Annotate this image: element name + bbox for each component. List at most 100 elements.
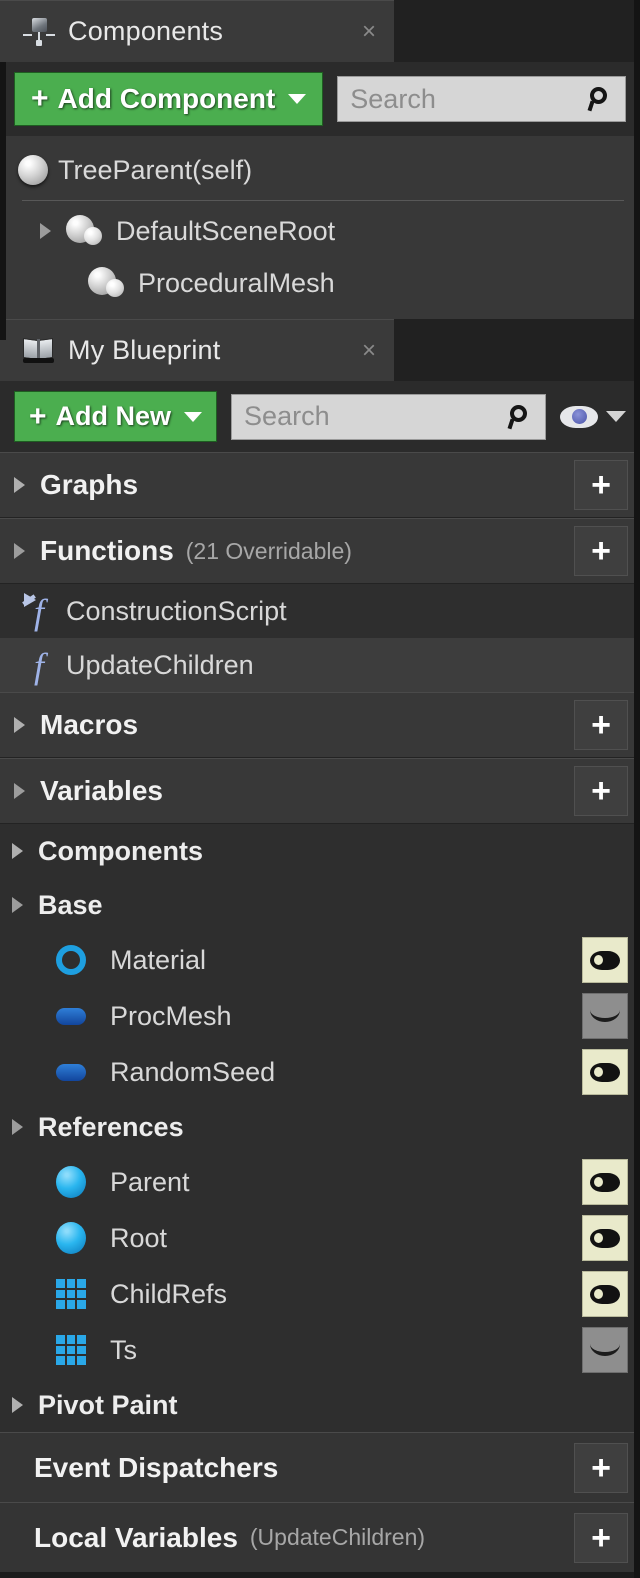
array-grid-icon [56,1333,98,1367]
list-item[interactable]: f UpdateChildren [0,638,640,692]
add-new-button[interactable]: + Add New [14,391,218,442]
section-local-variables[interactable]: Local Variables (UpdateChildren) + [0,1502,640,1572]
my-blueprint-list: Graphs + Functions (21 Overridable) + f … [0,452,640,1572]
variable-label: Parent [110,1166,190,1197]
variable-row[interactable]: Parent [0,1154,640,1210]
section-variables[interactable]: Variables + [0,758,640,824]
chevron-down-icon [288,94,307,104]
variable-row[interactable]: Root [0,1210,640,1266]
add-new-label: Add New [55,401,172,431]
eye-open-icon[interactable] [582,1271,628,1317]
expand-arrow-icon[interactable] [14,543,40,559]
add-event-dispatcher-button[interactable]: + [574,1442,628,1493]
pill-icon [56,1055,98,1089]
variable-category-components[interactable]: Components [0,824,640,878]
eye-open-icon[interactable] [582,1159,628,1205]
divider [22,200,624,201]
tree-row[interactable]: ProceduralMesh [0,257,640,309]
function-icon: f [34,646,45,686]
add-component-button[interactable]: + Add Component [14,72,324,126]
search-icon [507,404,533,430]
add-variable-button[interactable]: + [574,766,628,816]
collapse-arrow-icon[interactable] [14,717,40,733]
collapse-arrow-icon[interactable] [14,477,40,493]
eye-closed-icon[interactable] [582,993,628,1039]
section-event-dispatchers[interactable]: Event Dispatchers + [0,1432,640,1502]
eye-open-icon[interactable] [582,1215,628,1261]
variable-label: Root [110,1222,168,1253]
section-macros-label: Macros [40,709,139,740]
add-function-button[interactable]: + [574,526,628,576]
section-functions[interactable]: Functions (21 Overridable) + [0,518,640,584]
expand-arrow-icon[interactable] [12,897,38,913]
component-label: DefaultSceneRoot [116,215,336,246]
panel-edge-gutter [634,0,640,1578]
variable-category-base[interactable]: Base [0,878,640,932]
collapse-arrow-icon[interactable] [12,1397,38,1413]
components-search-placeholder: Search [350,83,436,114]
section-macros[interactable]: Macros + [0,692,640,758]
tree-row[interactable]: DefaultSceneRoot [0,205,640,257]
tree-row[interactable]: TreeParent(self) [0,144,640,196]
variable-category-pivot-paint[interactable]: Pivot Paint [0,1378,640,1432]
collapse-arrow-icon[interactable] [12,843,38,859]
array-grid-icon [56,1277,98,1311]
book-icon [22,337,56,365]
section-event-dispatchers-label: Event Dispatchers [34,1451,279,1483]
component-label: ProceduralMesh [138,267,335,298]
function-label: UpdateChildren [66,649,254,680]
add-graph-button[interactable]: + [574,460,628,510]
eye-open-icon[interactable] [582,1049,628,1095]
add-component-label: Add Component [57,83,276,114]
my-blueprint-tabbar: My Blueprint × [0,319,640,381]
section-variables-label: Variables [40,775,163,806]
tab-components[interactable]: Components × [0,0,394,62]
my-blueprint-search-placeholder: Search [244,401,330,431]
components-tree: TreeParent(self) DefaultSceneRoot Proced… [0,136,640,319]
add-macro-button[interactable]: + [574,700,628,750]
variable-category-references[interactable]: References [0,1100,640,1154]
close-icon[interactable]: × [322,337,376,365]
components-toolbar: + Add Component Search [0,62,640,136]
variable-row[interactable]: RandomSeed [0,1044,640,1100]
variable-row[interactable]: ChildRefs [0,1266,640,1322]
eye-closed-icon[interactable] [582,1327,628,1373]
expand-arrow-icon[interactable] [40,223,66,239]
plus-icon: + [31,82,49,115]
components-search-input[interactable]: Search [337,76,626,122]
variable-label: RandomSeed [110,1056,276,1087]
variable-row[interactable]: Material [0,932,640,988]
search-icon [587,86,613,112]
close-icon[interactable]: × [322,18,376,46]
section-graphs-label: Graphs [40,469,139,500]
section-graphs[interactable]: Graphs + [0,452,640,518]
eye-visibility-icon [560,405,598,428]
variable-label: Material [110,944,207,975]
category-label: References [38,1111,184,1142]
list-item[interactable]: f ConstructionScript [0,584,640,638]
add-local-variable-button[interactable]: + [574,1512,628,1563]
eye-open-icon[interactable] [582,937,628,983]
component-label: TreeParent(self) [58,154,253,185]
variable-label: ChildRefs [110,1278,228,1309]
object-ball-icon [56,1165,98,1199]
category-label: Components [38,835,203,866]
construction-script-icon: f [22,592,66,632]
tab-my-blueprint[interactable]: My Blueprint × [0,319,394,381]
expand-arrow-icon[interactable] [14,783,40,799]
section-local-variables-sublabel: (UpdateChildren) [249,1524,426,1550]
pill-icon [56,999,98,1033]
section-local-variables-label: Local Variables [34,1521,238,1553]
object-ball-icon [56,1221,98,1255]
variable-row[interactable]: ProcMesh [0,988,640,1044]
expand-arrow-icon[interactable] [12,1119,38,1135]
scene-component-icon [88,267,128,299]
my-blueprint-search-input[interactable]: Search [231,393,546,440]
scene-component-icon [66,215,106,247]
sphere-icon [18,155,48,185]
chevron-down-icon [184,411,203,422]
variable-row[interactable]: Ts [0,1322,640,1378]
plus-icon: + [29,399,47,433]
visibility-options-button[interactable] [560,405,626,428]
variable-label: Ts [110,1334,137,1365]
